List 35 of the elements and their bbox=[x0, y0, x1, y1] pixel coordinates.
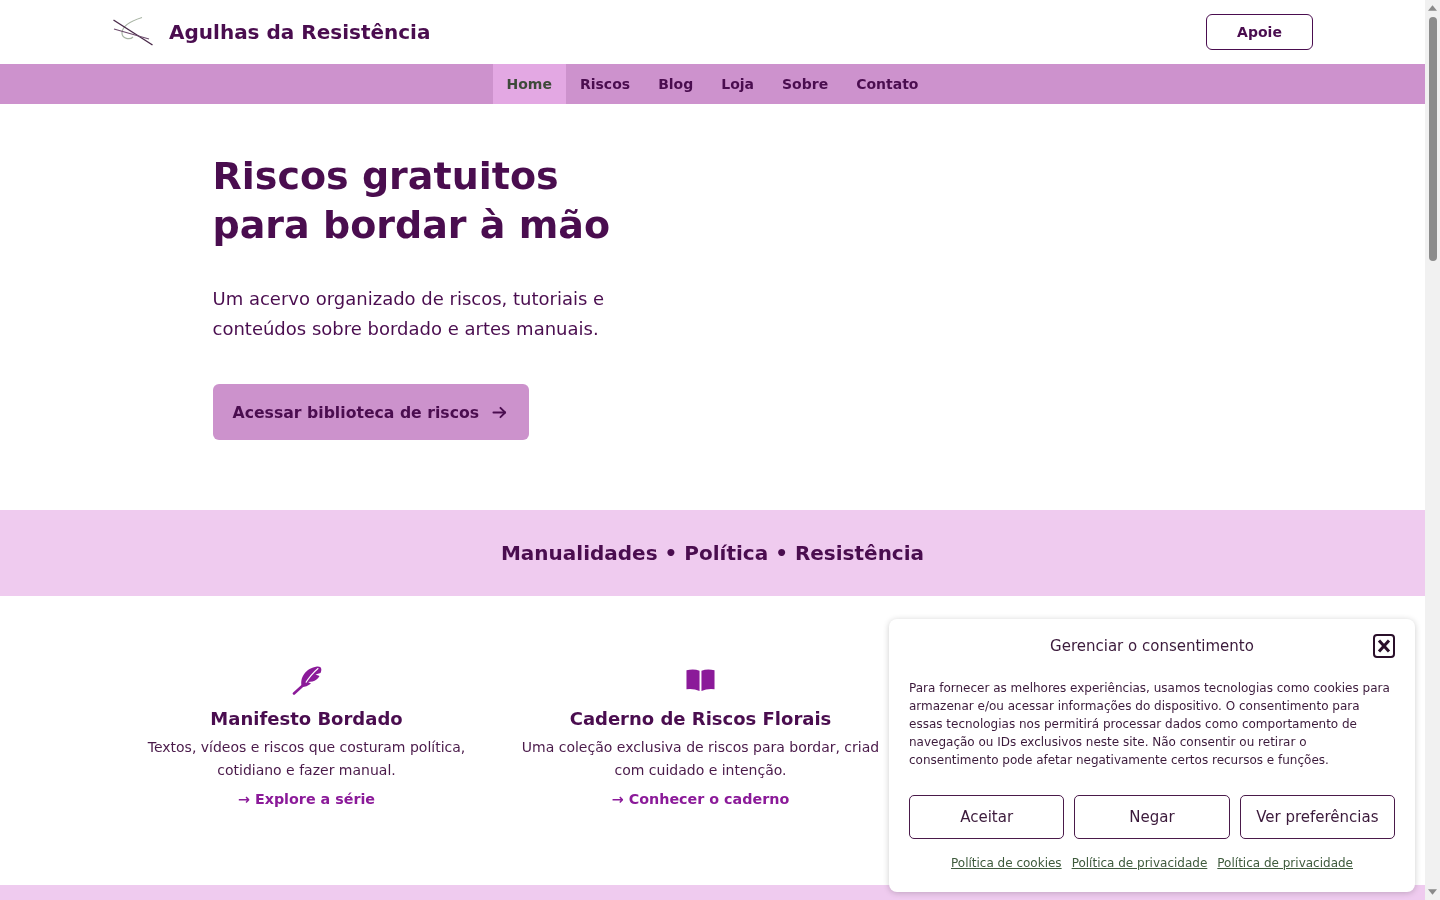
accept-button[interactable]: Aceitar bbox=[909, 795, 1065, 839]
feature-title: Caderno de Riscos Florais bbox=[569, 707, 832, 731]
support-button[interactable]: Apoie bbox=[1206, 14, 1313, 50]
preferences-button[interactable]: Ver preferências bbox=[1239, 795, 1395, 839]
feature-text: Textos, vídeos e riscos que costuram política, cotidiano e fazer manual. bbox=[146, 738, 467, 780]
open-book-icon bbox=[686, 668, 715, 692]
feather-icon bbox=[291, 665, 322, 695]
consent-text: Para fornecer as melhores experiências, usamos tecnologias como cookies para armazenar e/ou acessar informações do dispositivo. O consentimento para essas tecnologias nos permitirá processar dados como comportamento de navegação ou IDs exclusivos neste site. Não consentir ou retirar o consentimento pode afetar negativamente certos recursos e funções. bbox=[909, 680, 1391, 769]
nav-link[interactable]: Home bbox=[492, 64, 566, 104]
feature-link[interactable]: → Explore a série bbox=[237, 787, 376, 811]
nav-link[interactable]: Riscos bbox=[565, 64, 645, 104]
arrow-right-icon bbox=[492, 404, 508, 420]
close-icon bbox=[1373, 634, 1395, 658]
hero-text: Um acervo organizado de riscos, tutoriais e conteúdos sobre bordado e artes manuais. bbox=[212, 287, 606, 341]
needles-logo-icon bbox=[112, 16, 154, 48]
scroll-down-icon[interactable] bbox=[1428, 889, 1437, 895]
nav-link[interactable]: Blog bbox=[644, 64, 708, 104]
site-title: Agulhas da Resistência bbox=[169, 20, 431, 44]
feature-text: Uma coleção exclusiva de riscos para bordar, criad com cuidado e intenção. bbox=[520, 738, 881, 780]
feature-title: Manifesto Bordado bbox=[210, 707, 403, 731]
nav-link[interactable]: Contato bbox=[842, 64, 933, 104]
hero-title: Riscos gratuitos para bordar à mão bbox=[212, 153, 612, 249]
feature-link[interactable]: → Conhecer o caderno bbox=[611, 787, 790, 811]
policy-link[interactable]: Política de privacidade bbox=[1071, 854, 1208, 872]
nav-link[interactable]: Sobre bbox=[768, 64, 843, 104]
dialog-title: Gerenciar o consentimento bbox=[1050, 637, 1254, 655]
deny-button[interactable]: Negar bbox=[1074, 795, 1230, 839]
scrollbar-thumb[interactable] bbox=[1428, 17, 1437, 261]
scroll-up-icon[interactable] bbox=[1428, 5, 1437, 11]
library-button[interactable]: Acessar biblioteca de riscos bbox=[212, 384, 530, 440]
policy-link[interactable]: Política de privacidade bbox=[1217, 854, 1353, 872]
close-button[interactable] bbox=[1373, 634, 1395, 658]
tagline: Manualidades • Política • Resistência bbox=[500, 541, 925, 565]
nav-link[interactable]: Loja bbox=[707, 64, 769, 104]
policy-link[interactable]: Política de cookies bbox=[951, 854, 1062, 872]
